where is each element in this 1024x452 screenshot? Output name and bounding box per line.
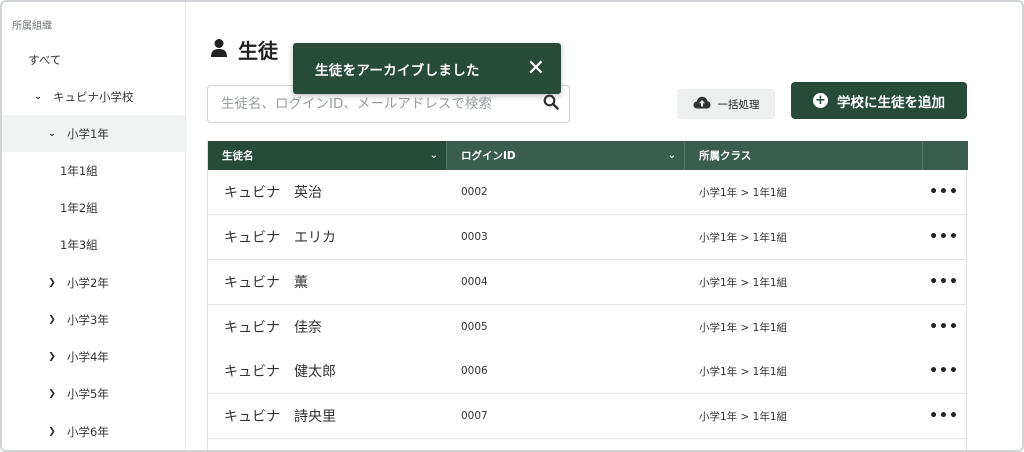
table-row[interactable]: キュビナ 薫 0004 小学1年 > 1年1組 ••• (208, 260, 966, 305)
toast-message: 生徒をアーカイブしました (315, 62, 480, 79)
page-title: 生徒 (238, 39, 278, 63)
table-row[interactable]: キュビナ 英治 0002 小学1年 > 1年1組 ••• (208, 170, 966, 215)
sidebar-item-class-1-3[interactable]: 1年3組 (2, 226, 185, 263)
more-icon[interactable]: ••• (922, 184, 966, 200)
sidebar-item-label: 小学6年 (67, 424, 109, 439)
login-id: 0007 (461, 410, 488, 422)
more-icon[interactable]: ••• (922, 363, 966, 379)
chevron-right-icon: ❯ (48, 314, 56, 325)
sidebar-item-label: キュビナ小学校 (53, 89, 134, 104)
table-row[interactable]: キュビナ 詩央里 0007 小学1年 > 1年1組 ••• (208, 394, 966, 439)
sidebar-item-class-1-2[interactable]: 1年2組 (2, 189, 185, 226)
login-id: 0003 (461, 231, 488, 243)
student-name: キュビナ 英治 (224, 185, 322, 201)
sidebar-item-label: 1年1組 (60, 163, 98, 178)
sidebar-item-all[interactable]: すべて (2, 41, 185, 78)
sidebar: 所属組織 すべて ⌄ キュビナ小学校 ⌄ 小学1年 1年1組 1年2組 1年3組… (2, 2, 186, 450)
sidebar-item-grade-2[interactable]: ❯ 小学2年 (2, 264, 185, 301)
login-id: 0006 (461, 365, 488, 377)
sidebar-item-label: 1年3組 (60, 237, 98, 252)
class-path: 小学1年 > 1年1組 (699, 276, 788, 289)
column-header-actions (922, 141, 968, 170)
page-header: 生徒 (210, 35, 278, 64)
student-name: キュビナ 薫 (224, 275, 308, 291)
bulk-action-label: 一括処理 (717, 98, 760, 111)
sidebar-item-grade-4[interactable]: ❯ 小学4年 (2, 338, 185, 375)
column-header-login-id[interactable]: ログインID ⌄ (446, 141, 684, 170)
cloud-upload-icon (693, 96, 711, 112)
more-icon[interactable]: ••• (922, 408, 966, 424)
student-name: キュビナ 健太郎 (224, 364, 336, 380)
class-path: 小学1年 > 1年1組 (699, 231, 788, 244)
app-window: 所属組織 すべて ⌄ キュビナ小学校 ⌄ 小学1年 1年1組 1年2組 1年3組… (0, 0, 1024, 452)
sidebar-item-grade-3[interactable]: ❯ 小学3年 (2, 301, 185, 338)
chevron-down-icon: ⌄ (429, 150, 438, 161)
sidebar-item-grade-5[interactable]: ❯ 小学5年 (2, 375, 185, 412)
add-student-button[interactable]: + 学校に生徒を追加 (791, 82, 967, 119)
sidebar-item-label: 小学5年 (67, 386, 109, 401)
more-icon[interactable]: ••• (922, 274, 966, 290)
students-table: 生徒名 ⌄ ログインID ⌄ 所属クラス キュビナ 英治 0002 小学1年 >… (207, 141, 968, 450)
class-path: 小学1年 > 1年1組 (699, 321, 788, 334)
table-row[interactable]: キュビナ エリカ 0003 小学1年 > 1年1組 ••• (208, 215, 966, 260)
table-row[interactable]: キュビナ 健太郎 0006 小学1年 > 1年1組 ••• (208, 349, 966, 394)
sidebar-title: 所属組織 (12, 21, 52, 32)
chevron-right-icon: ❯ (48, 277, 56, 288)
sidebar-item-label: すべて (28, 52, 62, 67)
sidebar-item-label: 小学4年 (67, 349, 109, 364)
column-header-class[interactable]: 所属クラス (684, 141, 922, 170)
search-input[interactable] (221, 96, 543, 112)
sidebar-item-school[interactable]: ⌄ キュビナ小学校 (2, 78, 185, 115)
sidebar-item-class-1-1[interactable]: 1年1組 (2, 152, 185, 189)
sidebar-item-grade-1[interactable]: ⌄ 小学1年 (2, 115, 185, 152)
sidebar-item-label: 1年2組 (60, 200, 98, 215)
search-icon[interactable] (543, 94, 559, 114)
login-id: 0004 (461, 276, 488, 288)
sidebar-item-label: 小学1年 (67, 126, 109, 141)
chevron-down-icon: ⌄ (34, 91, 42, 102)
sidebar-item-grade-6[interactable]: ❯ 小学6年 (2, 413, 185, 450)
bulk-action-button[interactable]: 一括処理 (677, 89, 775, 119)
sidebar-item-label: 小学2年 (67, 275, 109, 290)
student-name: キュビナ エリカ (224, 230, 336, 246)
class-path: 小学1年 > 1年1組 (699, 410, 788, 423)
add-student-label: 学校に生徒を追加 (837, 94, 945, 111)
class-path: 小学1年 > 1年1組 (699, 186, 788, 199)
class-path: 小学1年 > 1年1組 (699, 365, 788, 378)
column-header-name[interactable]: 生徒名 ⌄ (208, 141, 446, 170)
login-id: 0002 (461, 186, 488, 198)
chevron-right-icon: ❯ (48, 388, 56, 399)
chevron-down-icon: ⌄ (667, 150, 676, 161)
toast-notification: 生徒をアーカイブしました ✕ (293, 43, 561, 94)
student-name: キュビナ 詩央里 (224, 409, 336, 425)
close-icon[interactable]: ✕ (527, 57, 545, 80)
user-icon (210, 38, 228, 62)
chevron-right-icon: ❯ (48, 426, 56, 437)
more-icon[interactable]: ••• (922, 319, 966, 335)
chevron-right-icon: ❯ (48, 351, 56, 362)
sidebar-item-label: 小学3年 (67, 312, 109, 327)
student-name: キュビナ 佳奈 (224, 320, 322, 336)
plus-circle-icon: + (813, 93, 828, 108)
login-id: 0005 (461, 321, 488, 333)
table-row[interactable]: キュビナ 佳奈 0005 小学1年 > 1年1組 ••• (208, 305, 966, 350)
table-header: 生徒名 ⌄ ログインID ⌄ 所属クラス (208, 141, 968, 170)
chevron-down-icon: ⌄ (48, 128, 56, 139)
more-icon[interactable]: ••• (922, 229, 966, 245)
